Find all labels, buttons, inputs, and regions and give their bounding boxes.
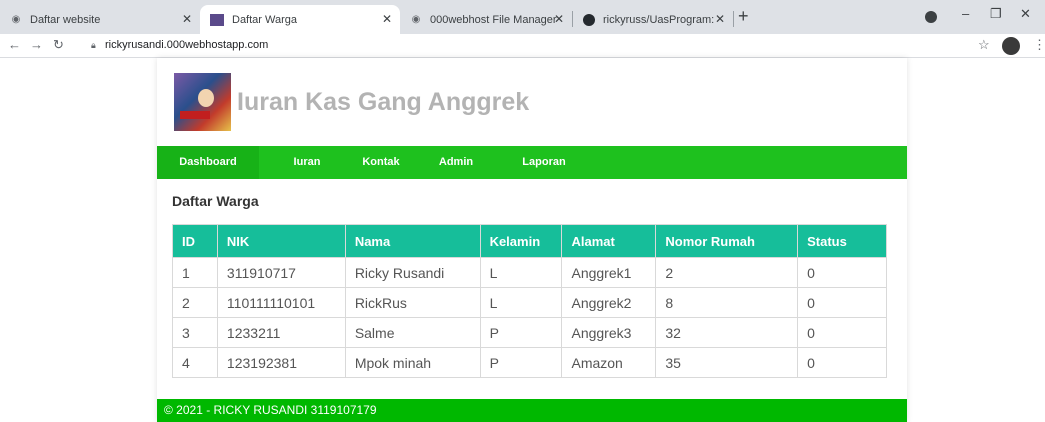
bookmark-star-icon[interactable]: ☆ bbox=[978, 37, 990, 53]
tab-title: rickyruss/UasProgram: Iuran Kas bbox=[603, 13, 718, 26]
column-header-id[interactable]: ID bbox=[172, 224, 218, 258]
site-footer: © 2021 - RICKY RUSANDI 3119107179 bbox=[157, 399, 907, 422]
logo-band bbox=[180, 111, 210, 119]
cell-kelamin: L bbox=[479, 257, 563, 288]
cell-nama: RickRus bbox=[344, 287, 481, 318]
browser-tab-daftar-warga[interactable]: Daftar Warga ✕ bbox=[200, 5, 400, 34]
table-row: 1 311910717 Ricky Rusandi L Anggrek1 2 0 bbox=[172, 257, 887, 288]
forward-arrow-icon[interactable]: → bbox=[30, 37, 43, 52]
tab-title: Daftar website bbox=[30, 13, 101, 26]
browser-address-bar: ← → ↻ 🔒︎ rickyrusandi.000webhostapp.com … bbox=[0, 34, 1045, 58]
site-header: Iuran Kas Gang Anggrek bbox=[157, 58, 907, 146]
table-row: 4 123192381 Mpok minah P Amazon 35 0 bbox=[172, 347, 887, 378]
close-tab-icon[interactable]: ✕ bbox=[182, 12, 192, 26]
cell-nomor-rumah: 32 bbox=[655, 317, 799, 348]
column-header-nik[interactable]: NIK bbox=[216, 224, 346, 258]
close-tab-icon[interactable]: ✕ bbox=[715, 12, 725, 26]
page-container: Iuran Kas Gang Anggrek Dashboard Iuran K… bbox=[157, 58, 907, 422]
site-title: Iuran Kas Gang Anggrek bbox=[237, 88, 530, 116]
close-window-button[interactable]: ✕ bbox=[1020, 6, 1031, 22]
column-header-status[interactable]: Status bbox=[797, 224, 887, 258]
back-arrow-icon[interactable]: ← bbox=[8, 37, 21, 52]
cell-id: 1 bbox=[172, 257, 218, 288]
warga-table: ID NIK Nama Kelamin Alamat Nomor Rumah S… bbox=[172, 224, 887, 378]
cell-status: 0 bbox=[797, 287, 887, 318]
browser-tab-github[interactable]: rickyruss/UasProgram: Iuran Kas ✕ bbox=[573, 5, 733, 34]
cell-nik: 311910717 bbox=[216, 257, 346, 288]
close-tab-icon[interactable]: ✕ bbox=[554, 12, 564, 26]
cell-alamat: Amazon bbox=[561, 347, 657, 378]
cell-nik: 110111110101 bbox=[216, 287, 346, 318]
browser-menu-icon[interactable]: ⋮ bbox=[1033, 37, 1045, 53]
cell-alamat: Anggrek3 bbox=[561, 317, 657, 348]
site-favicon-icon bbox=[210, 13, 224, 26]
globe-icon: ◉ bbox=[411, 14, 421, 25]
restore-button[interactable]: ❐ bbox=[990, 6, 1002, 22]
minimize-button[interactable]: – bbox=[962, 6, 969, 21]
logo-character bbox=[198, 89, 214, 107]
cell-kelamin: P bbox=[479, 317, 563, 348]
cell-status: 0 bbox=[797, 317, 887, 348]
cell-nik: 1233211 bbox=[216, 317, 346, 348]
tab-title: 000webhost File Manager bbox=[430, 13, 557, 26]
new-tab-button[interactable]: + bbox=[738, 6, 749, 27]
nav-item-admin[interactable]: Admin bbox=[426, 146, 486, 179]
cell-id: 2 bbox=[172, 287, 218, 318]
cell-kelamin: P bbox=[479, 347, 563, 378]
section-title: Daftar Warga bbox=[172, 193, 259, 209]
cell-nomor-rumah: 8 bbox=[655, 287, 799, 318]
tab-title: Daftar Warga bbox=[232, 13, 298, 26]
nav-item-iuran[interactable]: Iuran bbox=[277, 146, 337, 179]
column-header-nama[interactable]: Nama bbox=[344, 224, 481, 258]
cell-nomor-rumah: 2 bbox=[655, 257, 799, 288]
url-field[interactable]: rickyrusandi.000webhostapp.com bbox=[105, 39, 268, 51]
tab-separator bbox=[733, 11, 734, 27]
nav-item-dashboard[interactable]: Dashboard bbox=[157, 146, 259, 179]
table-header-row: ID NIK Nama Kelamin Alamat Nomor Rumah S… bbox=[172, 224, 887, 258]
lock-icon: 🔒︎ bbox=[91, 40, 96, 50]
nav-item-kontak[interactable]: Kontak bbox=[350, 146, 412, 179]
media-indicator-icon[interactable] bbox=[925, 11, 937, 23]
cell-kelamin: L bbox=[479, 287, 563, 318]
cell-nomor-rumah: 35 bbox=[655, 347, 799, 378]
cell-nama: Mpok minah bbox=[344, 347, 481, 378]
close-tab-icon[interactable]: ✕ bbox=[382, 12, 392, 26]
nav-item-laporan[interactable]: Laporan bbox=[509, 146, 579, 179]
browser-tab-bar: ◉ Daftar website ✕ Daftar Warga ✕ ◉ 000w… bbox=[0, 0, 1045, 34]
github-icon bbox=[583, 13, 595, 26]
cell-nama: Salme bbox=[344, 317, 481, 348]
cell-status: 0 bbox=[797, 347, 887, 378]
globe-icon: ◉ bbox=[11, 14, 21, 25]
cell-nama: Ricky Rusandi bbox=[344, 257, 481, 288]
reload-icon[interactable]: ↻ bbox=[53, 37, 64, 53]
cell-status: 0 bbox=[797, 257, 887, 288]
table-row: 2 110111110101 RickRus L Anggrek2 8 0 bbox=[172, 287, 887, 318]
browser-tab-daftar-website[interactable]: ◉ Daftar website ✕ bbox=[0, 5, 200, 34]
profile-avatar[interactable] bbox=[1002, 37, 1020, 55]
main-navigation: Dashboard Iuran Kontak Admin Laporan bbox=[157, 146, 907, 179]
cell-alamat: Anggrek1 bbox=[561, 257, 657, 288]
cell-id: 3 bbox=[172, 317, 218, 348]
column-header-alamat[interactable]: Alamat bbox=[561, 224, 657, 258]
cell-id: 4 bbox=[172, 347, 218, 378]
column-header-nomor-rumah[interactable]: Nomor Rumah bbox=[655, 224, 799, 258]
column-header-kelamin[interactable]: Kelamin bbox=[479, 224, 563, 258]
browser-tab-file-manager[interactable]: ◉ 000webhost File Manager ✕ bbox=[400, 5, 572, 34]
cell-alamat: Anggrek2 bbox=[561, 287, 657, 318]
site-logo bbox=[174, 73, 231, 131]
cell-nik: 123192381 bbox=[216, 347, 346, 378]
table-row: 3 1233211 Salme P Anggrek3 32 0 bbox=[172, 317, 887, 348]
